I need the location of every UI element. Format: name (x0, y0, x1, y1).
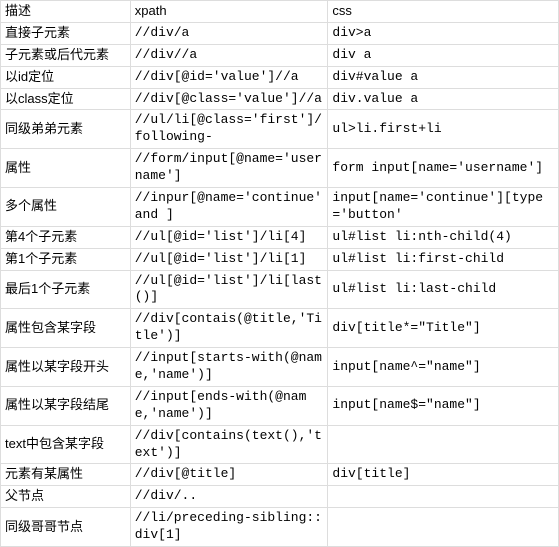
cell-css: div#value a (328, 66, 559, 88)
cell-css: div a (328, 44, 559, 66)
cell-css: div[title] (328, 464, 559, 486)
cell-desc: 最后1个子元素 (1, 270, 131, 309)
table-row: 直接子元素//div/adiv>a (1, 22, 559, 44)
cell-desc: 第1个子元素 (1, 248, 131, 270)
table-row: 属性以某字段结尾//input[ends-with(@name,'name')]… (1, 386, 559, 425)
table-row: 最后1个子元素//ul[@id='list']/li[last()]ul#lis… (1, 270, 559, 309)
table-row: 子元素或后代元素//div//adiv a (1, 44, 559, 66)
table-header-row: 描述 xpath css (1, 1, 559, 23)
cell-desc: 属性以某字段开头 (1, 348, 131, 387)
cell-css: ul#list li:nth-child(4) (328, 226, 559, 248)
cell-css: ul#list li:first-child (328, 248, 559, 270)
table-row: 父节点//div/.. (1, 486, 559, 508)
table-row: 属性以某字段开头//input[starts-with(@name,'name'… (1, 348, 559, 387)
cell-xpath: //div[contains(text(),'text')] (130, 425, 328, 464)
table-row: text中包含某字段//div[contains(text(),'text')] (1, 425, 559, 464)
table-row: 同级弟弟元素//ul/li[@class='first']/following-… (1, 110, 559, 149)
table-row: 同级哥哥节点//li/preceding-sibling::div[1] (1, 508, 559, 547)
cell-desc: text中包含某字段 (1, 425, 131, 464)
cell-css: ul>li.first+li (328, 110, 559, 149)
cell-xpath: //div[@title] (130, 464, 328, 486)
cell-desc: 属性包含某字段 (1, 309, 131, 348)
cell-css (328, 486, 559, 508)
cell-xpath: //input[starts-with(@name,'name')] (130, 348, 328, 387)
cell-css: div[title*="Title"] (328, 309, 559, 348)
cell-css: div.value a (328, 88, 559, 110)
table-row: 属性包含某字段//div[contais(@title,'Title')]div… (1, 309, 559, 348)
cell-xpath: //inpur[@name='continue' and ] (130, 188, 328, 227)
table-row: 第4个子元素//ul[@id='list']/li[4]ul#list li:n… (1, 226, 559, 248)
table-row: 以class定位//div[@class='value']//adiv.valu… (1, 88, 559, 110)
cell-xpath: //input[ends-with(@name,'name')] (130, 386, 328, 425)
cell-xpath: //div//a (130, 44, 328, 66)
cell-xpath: //form/input[@name='user name'] (130, 149, 328, 188)
cell-desc: 多个属性 (1, 188, 131, 227)
cell-desc: 属性以某字段结尾 (1, 386, 131, 425)
cell-desc: 第4个子元素 (1, 226, 131, 248)
cell-xpath: //div[@class='value']//a (130, 88, 328, 110)
cell-desc: 父节点 (1, 486, 131, 508)
cell-css (328, 425, 559, 464)
header-css: css (328, 1, 559, 23)
cell-xpath: //ul[@id='list']/li[1] (130, 248, 328, 270)
cell-css: form input[name='username'] (328, 149, 559, 188)
selector-comparison-table: 描述 xpath css 直接子元素//div/adiv>a子元素或后代元素//… (0, 0, 559, 547)
cell-css (328, 508, 559, 547)
cell-desc: 子元素或后代元素 (1, 44, 131, 66)
header-xpath: xpath (130, 1, 328, 23)
table-row: 第1个子元素//ul[@id='list']/li[1]ul#list li:f… (1, 248, 559, 270)
cell-css: input[name$="name"] (328, 386, 559, 425)
cell-xpath: //div[@id='value']//a (130, 66, 328, 88)
header-desc: 描述 (1, 1, 131, 23)
cell-desc: 以id定位 (1, 66, 131, 88)
cell-desc: 同级弟弟元素 (1, 110, 131, 149)
cell-desc: 以class定位 (1, 88, 131, 110)
cell-xpath: //ul/li[@class='first']/following- (130, 110, 328, 149)
table-row: 以id定位//div[@id='value']//adiv#value a (1, 66, 559, 88)
cell-css: div>a (328, 22, 559, 44)
cell-css: input[name='continue'][type='button' (328, 188, 559, 227)
cell-xpath: //div/.. (130, 486, 328, 508)
table-row: 多个属性//inpur[@name='continue' and ]input[… (1, 188, 559, 227)
table-row: 属性//form/input[@name='user name']form in… (1, 149, 559, 188)
cell-desc: 元素有某属性 (1, 464, 131, 486)
cell-css: input[name^="name"] (328, 348, 559, 387)
cell-xpath: //ul[@id='list']/li[last()] (130, 270, 328, 309)
cell-desc: 同级哥哥节点 (1, 508, 131, 547)
cell-xpath: //div[contais(@title,'Title')] (130, 309, 328, 348)
cell-xpath: //div/a (130, 22, 328, 44)
cell-xpath: //li/preceding-sibling::div[1] (130, 508, 328, 547)
table-row: 元素有某属性//div[@title]div[title] (1, 464, 559, 486)
cell-desc: 属性 (1, 149, 131, 188)
cell-css: ul#list li:last-child (328, 270, 559, 309)
cell-xpath: //ul[@id='list']/li[4] (130, 226, 328, 248)
cell-desc: 直接子元素 (1, 22, 131, 44)
